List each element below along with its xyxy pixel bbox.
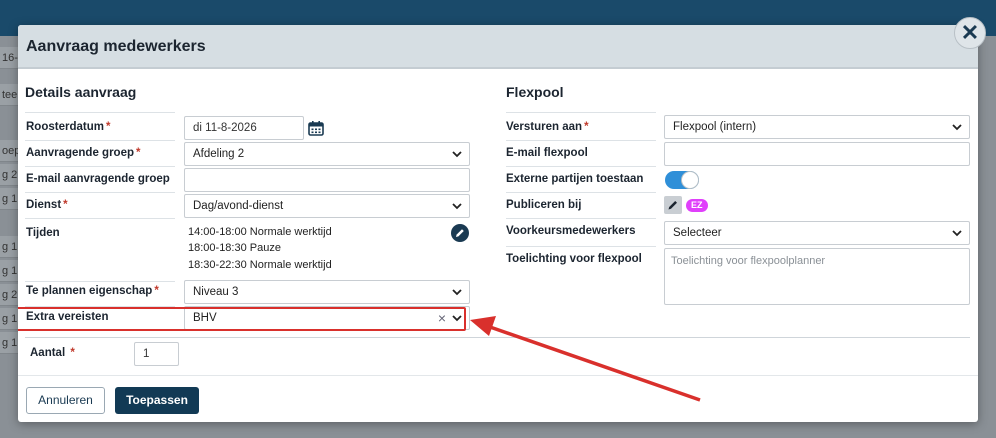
annotation-arrow (470, 316, 701, 402)
close-button[interactable]: ✕ (954, 17, 986, 49)
